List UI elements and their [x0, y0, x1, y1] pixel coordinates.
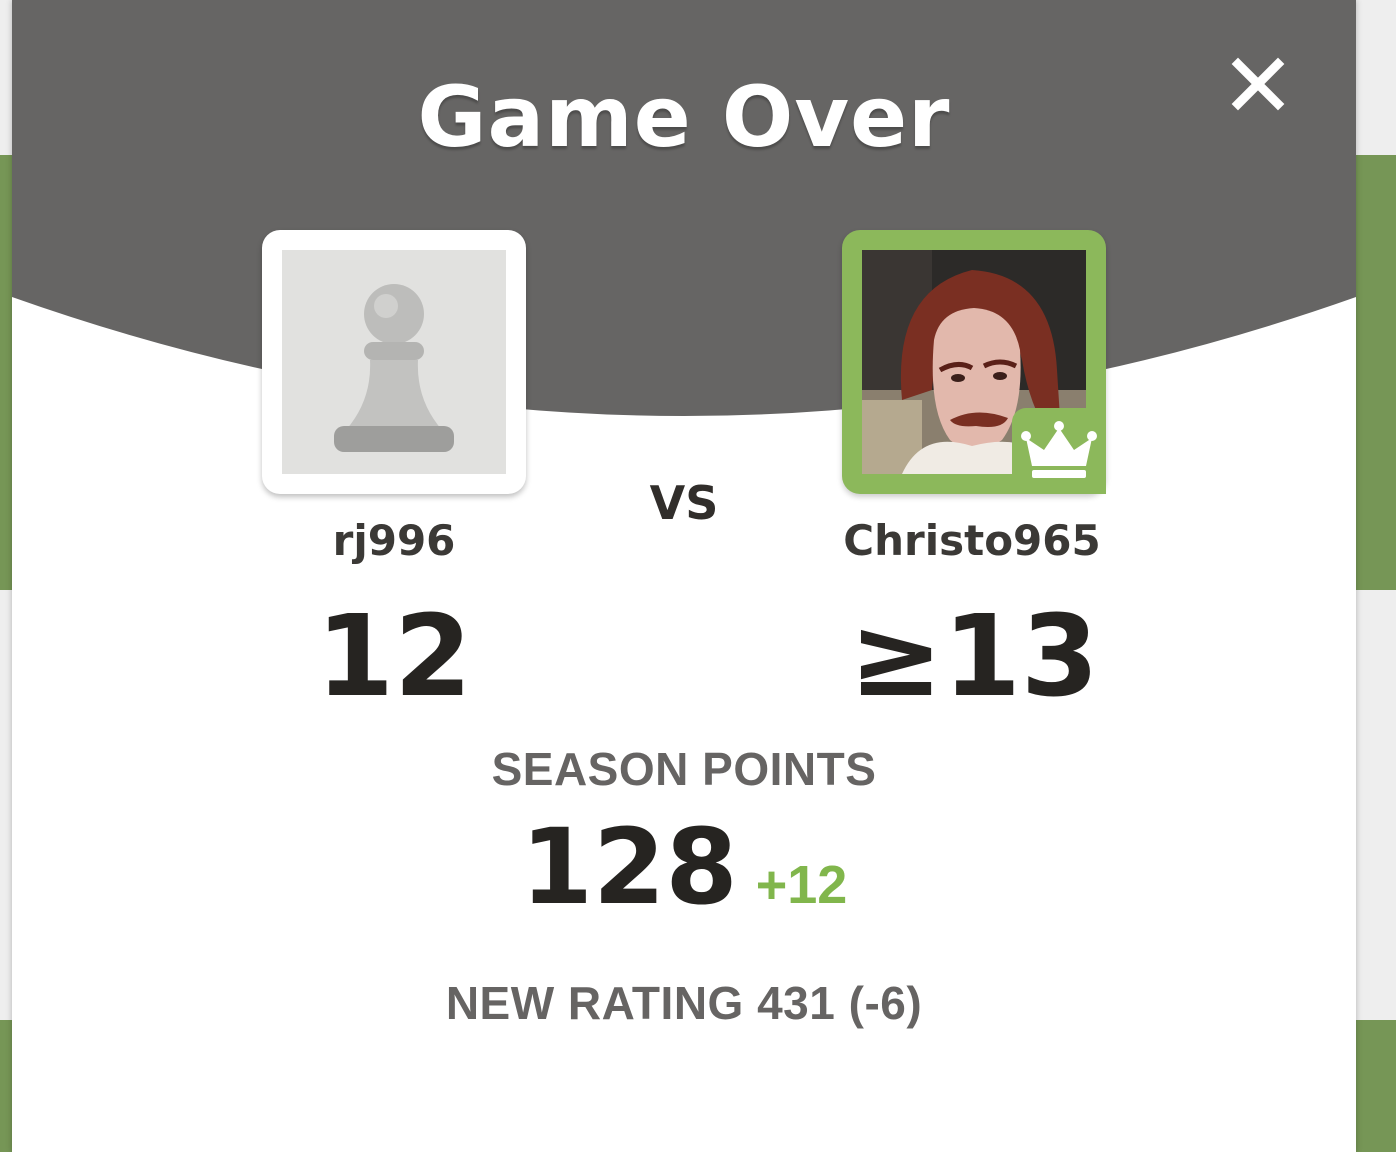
- close-icon: [1231, 57, 1285, 111]
- player-username-left[interactable]: rj996: [214, 516, 574, 565]
- crown-badge: [1012, 408, 1106, 494]
- player-score-left: 12: [316, 592, 472, 722]
- player-username-right[interactable]: Christo965: [792, 516, 1152, 565]
- screen: Game Over VS rj996 Christo965 12 ≥13 SEA…: [0, 0, 1396, 1152]
- pawn-icon: [334, 284, 454, 452]
- player-avatar-left[interactable]: [262, 230, 526, 494]
- player-score-right: ≥13: [849, 592, 1099, 722]
- close-button[interactable]: [1226, 52, 1290, 116]
- modal-header-background: [12, 0, 1356, 416]
- game-over-modal: Game Over VS rj996 Christo965 12 ≥13 SEA…: [12, 0, 1356, 1152]
- modal-title: Game Over: [417, 68, 951, 166]
- vs-label: VS: [649, 476, 719, 530]
- season-points-label: SEASON POINTS: [491, 743, 877, 795]
- player-avatar-right[interactable]: [842, 230, 1106, 494]
- new-rating-text: NEW RATING 431 (-6): [445, 977, 923, 1029]
- crown-icon: [1021, 421, 1097, 478]
- season-points-value: 128: [520, 806, 738, 928]
- season-points-delta: +12: [755, 855, 848, 915]
- season-points-row: 128 +12: [384, 806, 984, 928]
